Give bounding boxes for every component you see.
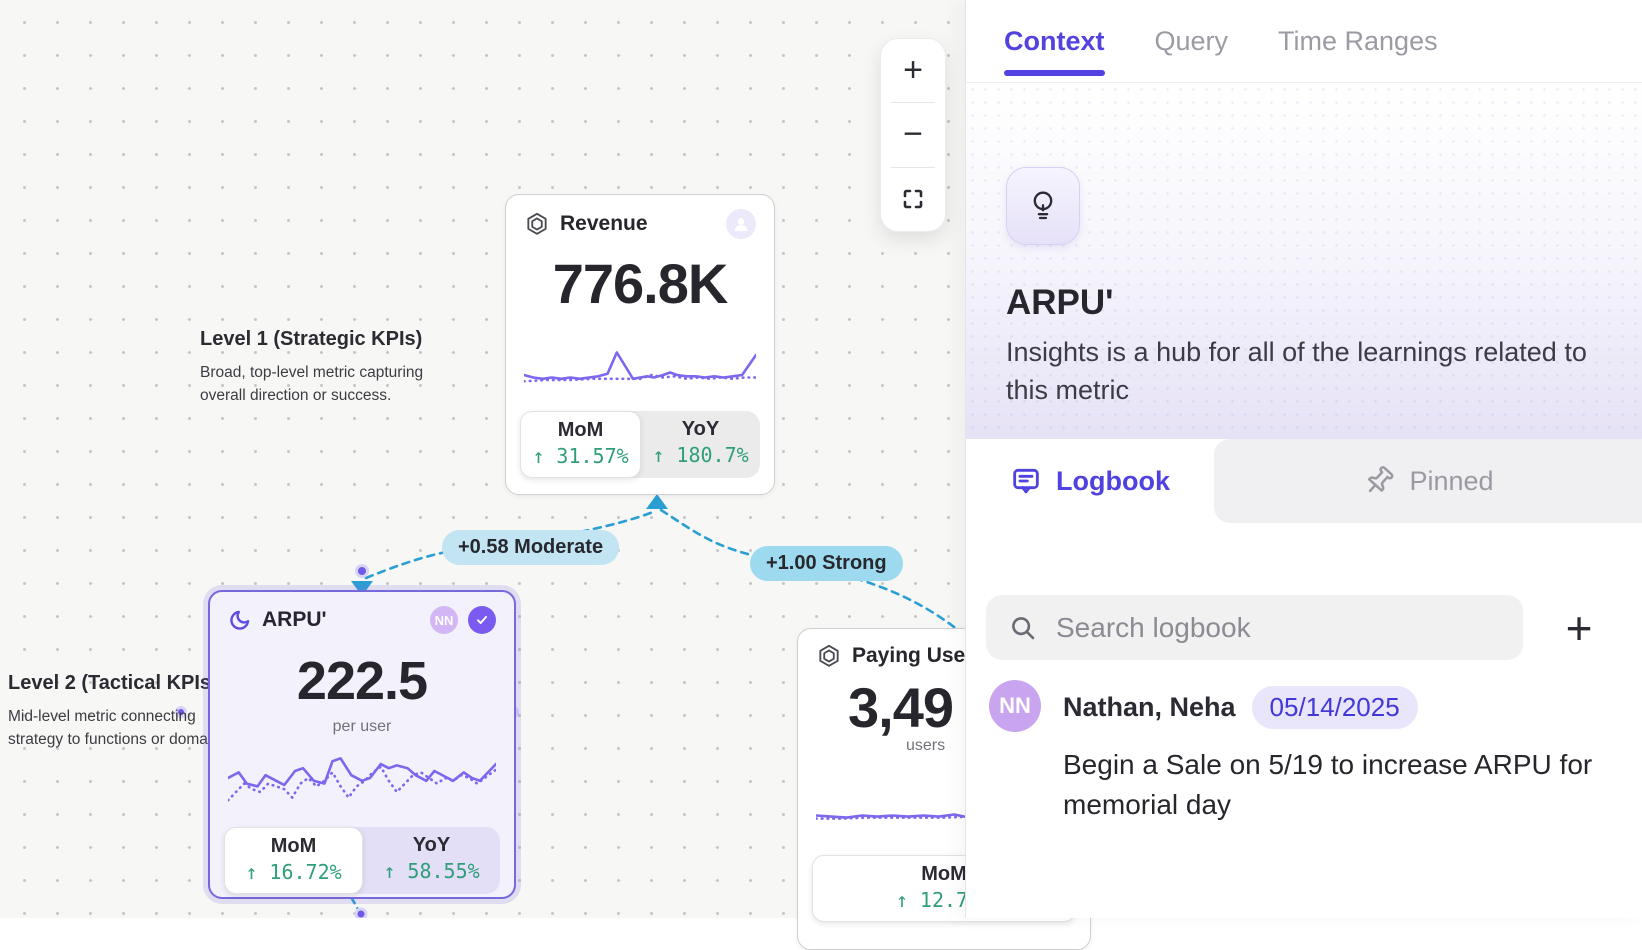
hexagon-metric-icon xyxy=(524,211,550,237)
fullscreen-icon xyxy=(901,187,925,211)
card-unit: per user xyxy=(210,718,514,736)
card-title: Revenue xyxy=(560,212,648,236)
yoy-chip[interactable]: YoY ↑ 180.7% xyxy=(641,411,760,478)
card-value: 222.5 xyxy=(210,650,514,712)
level-1-desc-line2: overall direction or success. xyxy=(200,384,423,407)
card-value: 776.8K xyxy=(506,251,774,316)
mom-label: MoM xyxy=(225,835,362,858)
yoy-chip[interactable]: YoY ↑ 58.55% xyxy=(363,827,500,894)
logbook-search-row: Search logbook + xyxy=(966,595,1642,660)
metric-card-revenue[interactable]: Revenue 776.8K MoM ↑ 31.57% YoY ↑ 180.7% xyxy=(505,194,775,495)
mom-value: ↑ 16.72% xyxy=(225,860,362,884)
zoom-in-button[interactable]: + xyxy=(881,39,945,102)
metric-tree-canvas[interactable]: +0.58 Moderate +1.00 Strong Level 1 (Str… xyxy=(0,0,965,918)
card-title: ARPU' xyxy=(262,608,327,632)
tab-time-ranges[interactable]: Time Ranges xyxy=(1278,0,1438,82)
hexagon-metric-icon xyxy=(816,643,842,669)
yoy-label: YoY xyxy=(363,834,500,857)
level-1-note: Level 1 (Strategic KPIs) Broad, top-leve… xyxy=(200,328,423,407)
mom-value: ↑ 31.57% xyxy=(521,444,640,468)
yoy-value: ↑ 58.55% xyxy=(363,859,500,883)
card-unit: users xyxy=(906,737,945,755)
verified-badge-icon[interactable] xyxy=(468,606,496,634)
assignee-avatar-icon[interactable] xyxy=(726,209,756,239)
card-period-toggle: MoM ↑ 31.57% YoY ↑ 180.7% xyxy=(520,411,760,478)
arpu-sparkline xyxy=(228,747,496,809)
metric-name: ARPU' xyxy=(1006,283,1114,323)
entry-avatar: NN xyxy=(989,680,1041,732)
mom-label: MoM xyxy=(521,419,640,442)
search-icon xyxy=(1008,613,1038,643)
metric-card-arpu[interactable]: ARPU' NN 222.5 per user MoM ↑ 16.72% YoY… xyxy=(208,590,516,899)
pushpin-icon xyxy=(1363,465,1395,497)
logbook-search-input[interactable]: Search logbook xyxy=(986,595,1523,660)
level-2-note: Level 2 (Tactical KPIs) Mid-level metric… xyxy=(8,672,232,751)
lightbulb-icon xyxy=(1025,187,1061,225)
edge-handle-dot xyxy=(357,566,368,577)
card-period-toggle: MoM ↑ 16.72% YoY ↑ 58.55% xyxy=(224,827,500,894)
logbook-label: Logbook xyxy=(1056,466,1170,497)
level-2-desc-line2: strategy to functions or domains. xyxy=(8,728,232,751)
moon-metric-icon xyxy=(228,608,252,632)
level-2-desc-line1: Mid-level metric connecting xyxy=(8,705,232,728)
owner-initials-badge[interactable]: NN xyxy=(430,606,458,634)
zoom-out-button[interactable]: − xyxy=(881,103,945,166)
arrowhead-into-revenue xyxy=(646,494,668,509)
level-1-desc-line1: Broad, top-level metric capturing xyxy=(200,361,423,384)
pinned-label: Pinned xyxy=(1409,466,1493,497)
yoy-label: YoY xyxy=(641,418,760,441)
card-value: 3,49 xyxy=(848,675,953,740)
mom-chip[interactable]: MoM ↑ 31.57% xyxy=(520,411,641,478)
entry-author: Nathan, Neha xyxy=(1063,692,1236,723)
tab-pinned[interactable]: Pinned xyxy=(1214,439,1642,523)
logbook-entry[interactable]: NN Nathan, Neha 05/14/2025 Begin a Sale … xyxy=(989,680,1613,825)
panel-tab-bar: Context Query Time Ranges xyxy=(966,0,1642,83)
arpu-bottom-handle-dot xyxy=(356,909,366,918)
tab-context[interactable]: Context xyxy=(1004,0,1105,82)
edge-label-strong[interactable]: +1.00 Strong xyxy=(750,546,903,581)
level-1-title: Level 1 (Strategic KPIs) xyxy=(200,328,423,351)
logbook-comment-icon xyxy=(1010,465,1042,497)
edge-label-moderate[interactable]: +0.58 Moderate xyxy=(442,530,619,565)
revenue-sparkline xyxy=(524,337,756,393)
entry-date-badge: 05/14/2025 xyxy=(1252,686,1418,729)
insights-icon-box xyxy=(1006,167,1080,245)
tab-logbook[interactable]: Logbook xyxy=(966,439,1214,523)
entry-text: Begin a Sale on 5/19 to increase ARPU fo… xyxy=(1063,745,1613,825)
context-panel: Context Query Time Ranges ARPU' Insights… xyxy=(965,0,1642,918)
logbook-pinned-tabs: Logbook Pinned xyxy=(966,439,1642,523)
search-placeholder: Search logbook xyxy=(1056,612,1251,644)
canvas-zoom-toolbar: + − xyxy=(880,38,946,232)
metric-hero-section: ARPU' Insights is a hub for all of the l… xyxy=(966,83,1642,439)
add-log-entry-button[interactable]: + xyxy=(1557,606,1601,650)
mom-chip[interactable]: MoM ↑ 16.72% xyxy=(224,827,363,894)
metric-description: Insights is a hub for all of the learnin… xyxy=(1006,333,1626,409)
level-2-title: Level 2 (Tactical KPIs) xyxy=(8,672,232,695)
yoy-value: ↑ 180.7% xyxy=(641,443,760,467)
tab-query[interactable]: Query xyxy=(1155,0,1229,82)
fit-view-button[interactable] xyxy=(881,168,945,231)
